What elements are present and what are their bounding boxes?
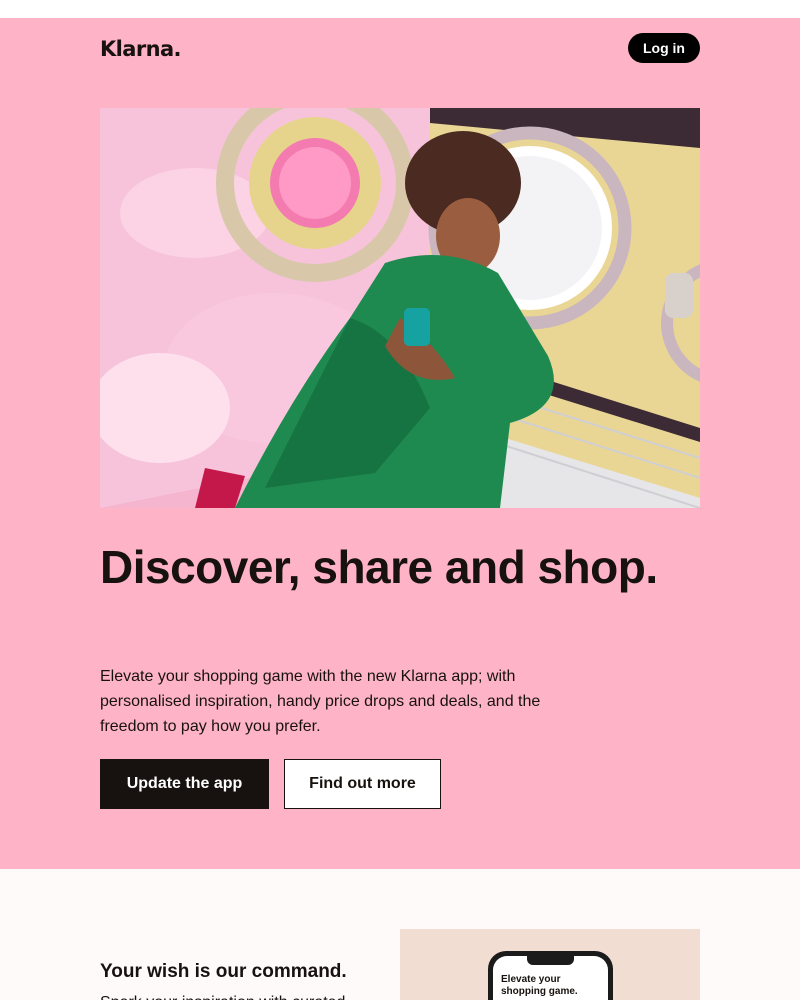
feature-text: Spark your inspiration with curated (100, 990, 370, 1000)
phone-screen: Elevate your shopping game. (493, 956, 608, 1000)
phone-notch (527, 956, 574, 965)
feature-title: Your wish is our command. (100, 961, 347, 982)
klarna-logo[interactable]: Klarna. (100, 35, 182, 63)
find-out-more-button[interactable]: Find out more (284, 759, 441, 809)
app-promo-image[interactable]: Elevate your shopping game. (400, 929, 700, 1000)
hero-headline: Discover, share and shop. (100, 541, 658, 593)
login-button[interactable]: Log in (628, 33, 700, 63)
phone-screen-text: Elevate your shopping game. (501, 974, 578, 997)
phone-mockup: Elevate your shopping game. (488, 951, 613, 1000)
hero-body-text: Elevate your shopping game with the new … (100, 668, 541, 735)
email-page: Klarna. Log in Discover, share and shop.… (0, 0, 800, 1000)
hero-photo-illustration (100, 108, 700, 508)
hero-photo[interactable] (100, 108, 700, 508)
top-margin (0, 0, 800, 18)
update-app-button[interactable]: Update the app (100, 759, 269, 809)
